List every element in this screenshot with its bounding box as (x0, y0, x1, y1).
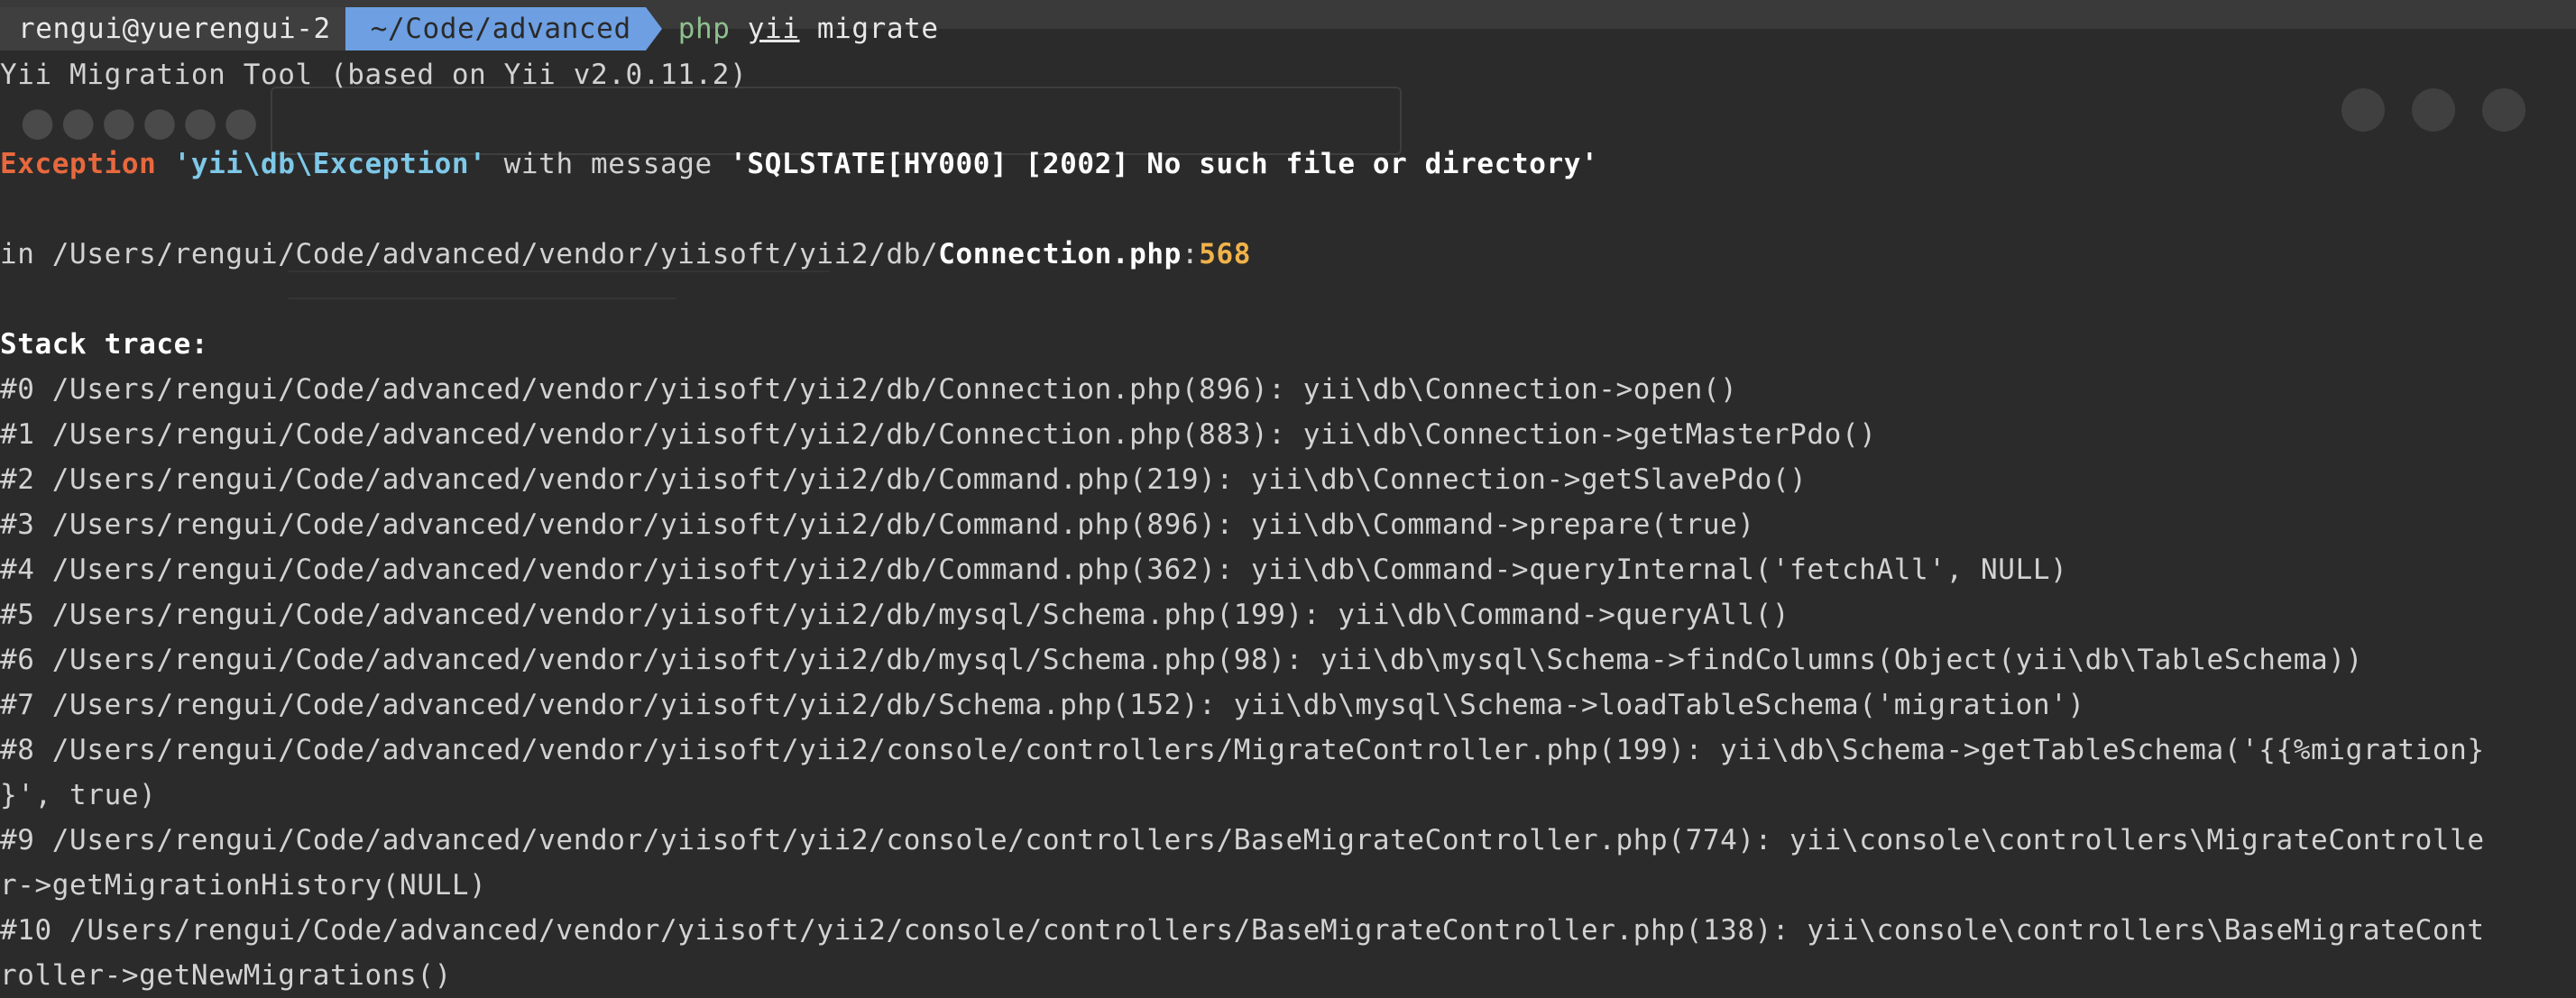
exception-with-message: with message (486, 148, 731, 180)
stack-trace-line: #1 /Users/rengui/Code/advanced/vendor/yi… (0, 418, 1877, 451)
exception-location-file: Connection.php (938, 238, 1182, 270)
stack-trace-line: #4 /Users/rengui/Code/advanced/vendor/yi… (0, 554, 2068, 586)
prompt-separator-arrow (645, 7, 662, 50)
exception-location-colon: : (1181, 238, 1200, 270)
stack-trace-line: #10 /Users/rengui/Code/advanced/vendor/y… (0, 914, 2485, 947)
stack-trace-line: #5 /Users/rengui/Code/advanced/vendor/yi… (0, 599, 1790, 631)
stack-trace-line: #7 /Users/rengui/Code/advanced/vendor/yi… (0, 689, 2085, 721)
stack-trace-line: r->getMigrationHistory(NULL) (0, 869, 487, 902)
exception-class: 'yii\db\Exception' (173, 148, 487, 180)
stack-trace-title: Stack trace: (0, 328, 209, 361)
stack-trace-line: #9 /Users/rengui/Code/advanced/vendor/yi… (0, 824, 2485, 856)
stack-trace-line: #3 /Users/rengui/Code/advanced/vendor/yi… (0, 508, 1755, 541)
prompt-directory: ~/Code/advanced (345, 7, 646, 50)
stack-trace-line: roller->getNewMigrations() (0, 959, 452, 992)
command-args: migrate (816, 13, 939, 45)
shell-prompt: rengui@yuerengui-2 ~/Code/advanced php yii… (0, 7, 939, 50)
tool-version-line: Yii Migration Tool (based on Yii v2.0.11… (0, 59, 748, 91)
stack-trace-line: #8 /Users/rengui/Code/advanced/vendor/yi… (0, 734, 2485, 766)
exception-location-line: in /Users/rengui/Code/advanced/vendor/yi… (0, 232, 1251, 277)
exception-location-path: in /Users/rengui/Code/advanced/vendor/yi… (0, 238, 939, 270)
command-php: php (677, 13, 731, 45)
stack-trace-line: #6 /Users/rengui/Code/advanced/vendor/yi… (0, 644, 2363, 676)
prompt-user-host: rengui@yuerengui-2 (0, 7, 345, 50)
exception-location-line-number: 568 (1199, 238, 1251, 270)
exception-message: 'SQLSTATE[HY000] [2002] No such file or … (730, 148, 1599, 180)
terminal-window[interactable]: rengui@yuerengui-2 ~/Code/advanced php yii… (0, 0, 2576, 993)
stack-trace-line: #2 /Users/rengui/Code/advanced/vendor/yi… (0, 463, 1808, 496)
exception-line: Exception 'yii\db\Exception' with messag… (0, 142, 1598, 187)
command-yii: yii (747, 13, 800, 45)
shell-command: php yii migrate (662, 7, 939, 50)
stack-trace-line: }', true) (0, 779, 157, 811)
exception-label: Exception (0, 148, 157, 180)
stack-trace-line: #0 /Users/rengui/Code/advanced/vendor/yi… (0, 373, 1738, 406)
